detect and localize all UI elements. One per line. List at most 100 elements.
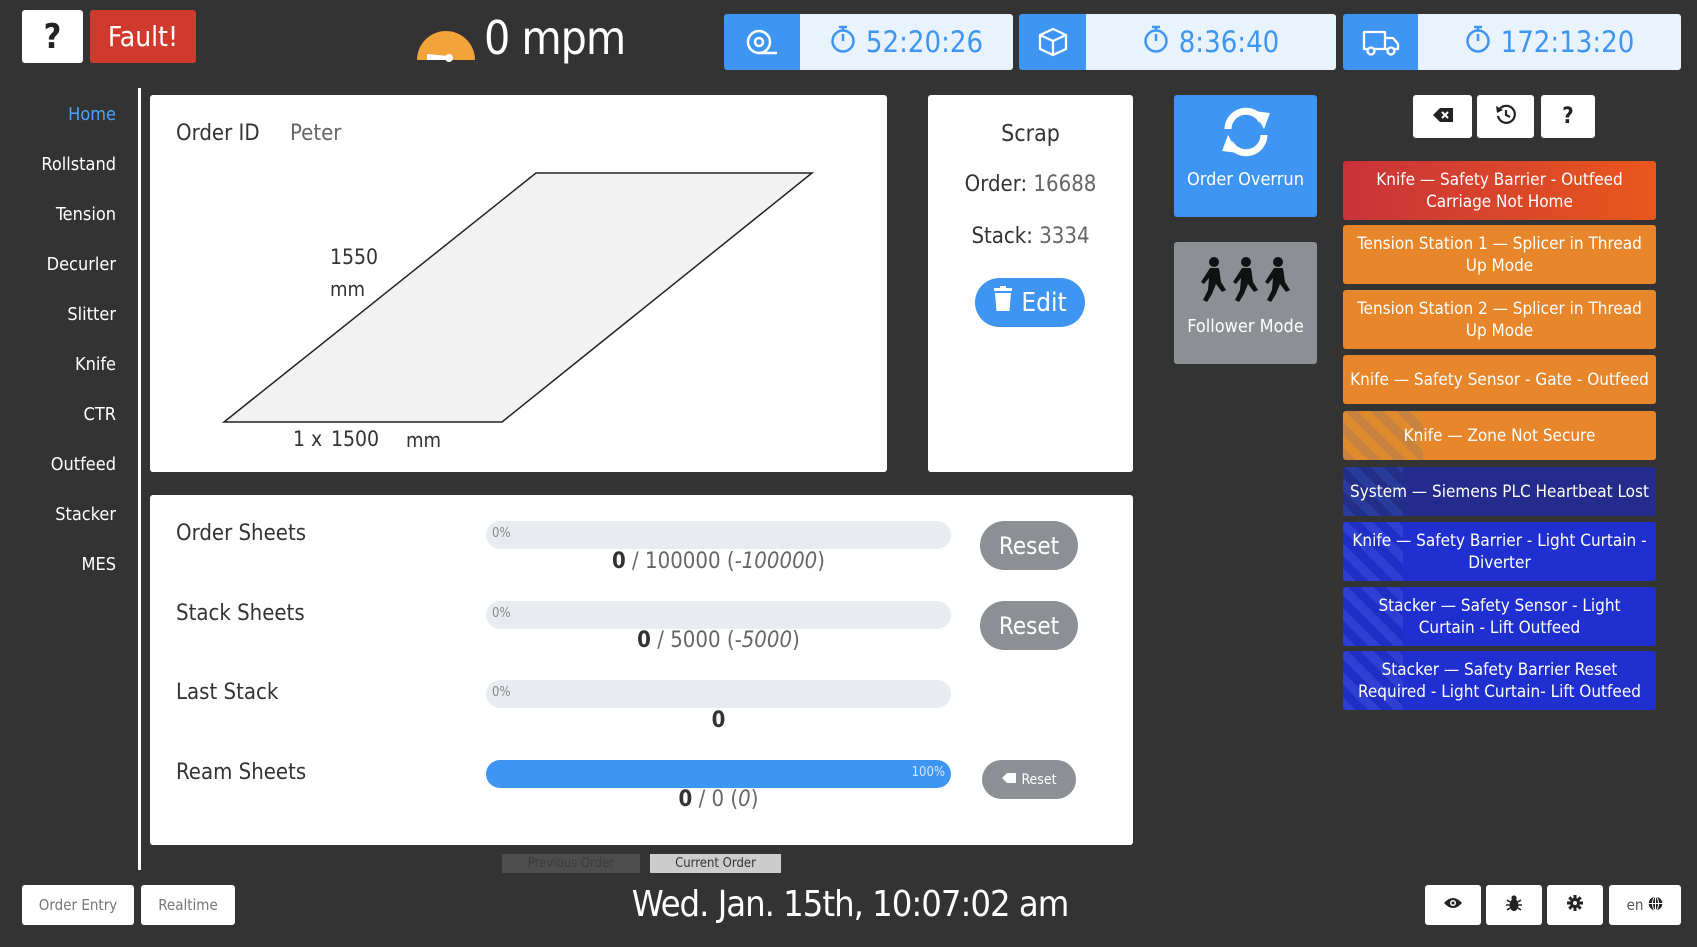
fault-button[interactable]: Fault! [90,10,196,63]
timer-truck[interactable]: 172:13:20 [1343,14,1681,70]
alert-item[interactable]: Knife — Safety Barrier - Outfeed Carriag… [1343,161,1656,220]
last-stack-count: 0 [486,708,951,733]
scrap-stack-value: 3334 [1039,224,1090,249]
speed-unit: mpm [521,11,626,65]
stack-sheets-remaining: -5000 [734,628,793,653]
alert-item[interactable]: Knife — Safety Barrier - Light Curtain -… [1343,522,1656,581]
debug-button[interactable] [1486,885,1542,925]
order-entry-button[interactable]: Order Entry [22,885,134,925]
scrap-order-label: Order [964,172,1021,197]
gear-icon [1567,895,1583,915]
timer-roll-value: 52:20:26 [865,25,984,59]
sidebar-item-mes[interactable]: MES [82,554,117,575]
sidebar-item-slitter[interactable]: Slitter [67,304,116,325]
stack-sheets-count: 0 / 5000 (-5000) [637,628,800,653]
order-sheets-remaining: -100000 [734,549,818,574]
history-icon [1495,104,1517,130]
order-sheets-reset-button[interactable]: Reset [980,521,1078,570]
stack-sheets-target: 5000 [670,628,721,653]
settings-button[interactable] [1547,885,1603,925]
scrap-panel: Scrap Order: 16688 Stack: 3334 Edit [928,95,1133,472]
stack-sheets-label: Stack Sheets [176,601,305,626]
sidebar-item-stacker[interactable]: Stacker [55,504,116,525]
box-icon [1019,14,1086,70]
scrap-stack: Stack: 3334 [971,224,1090,249]
datetime-display: Wed. Jan. 15th, 10:07:02 am [631,884,1070,925]
stopwatch-icon [1465,25,1491,60]
ream-sheets-reset-label: Reset [1021,771,1057,788]
alert-item[interactable]: System — Siemens PLC Heartbeat Lost [1343,467,1656,516]
sidebar-item-home[interactable]: Home [68,104,116,125]
bug-icon [1506,894,1522,916]
alert-item[interactable]: Tension Station 1 — Splicer in Thread Up… [1343,225,1656,284]
alert-item[interactable]: Stacker — Safety Barrier Reset Required … [1343,651,1656,710]
help-button[interactable]: ? [22,10,83,63]
order-sheets-count: 0 / 100000 (-100000) [611,549,825,574]
alert-item[interactable]: Knife — Zone Not Secure [1343,411,1656,460]
alert-item[interactable]: Knife — Safety Sensor - Gate - Outfeed [1343,355,1656,404]
ream-sheets-current: 0 [678,787,693,812]
timer-truck-value: 172:13:20 [1500,25,1635,59]
scrap-title: Scrap [1001,121,1060,147]
realtime-button[interactable]: Realtime [141,885,235,925]
stack-sheets-reset-button[interactable]: Reset [980,601,1078,650]
order-panel: Order ID Peter 1550 mm 1 x 1500 mm [150,95,887,472]
help-label: ? [43,16,62,57]
fault-label: Fault! [107,20,179,53]
scrap-order: Order: 16688 [964,172,1097,197]
alert-item[interactable]: Stacker — Safety Sensor - Light Curtain … [1343,587,1656,646]
speed-value: 0 [484,11,510,65]
timer-box-value: 8:36:40 [1178,25,1280,59]
sheet-width-unit: mm [406,428,442,452]
view-button[interactable] [1425,885,1481,925]
sync-icon [1218,107,1274,161]
language-button[interactable]: en [1609,885,1681,925]
ream-sheets-reset-button[interactable]: Reset [982,760,1076,799]
order-sheets-pct: 0% [492,526,511,541]
stack-sheets-pct: 0% [492,606,511,621]
sidebar-item-rollstand[interactable]: Rollstand [41,154,116,175]
last-stack-label: Last Stack [176,680,279,705]
roll-icon [724,14,800,70]
follower-mode-button[interactable]: Follower Mode [1174,242,1317,364]
order-overrun-button[interactable]: Order Overrun [1174,95,1317,217]
order-sheets-progress: 0% [486,521,951,549]
alert-history-button[interactable] [1477,95,1534,138]
eraser-icon [1001,772,1017,788]
tab-previous-order[interactable]: Previous Order [502,854,640,873]
ream-sheets-remaining: 0 [738,787,751,812]
clear-alerts-button[interactable] [1413,95,1472,138]
alert-item[interactable]: Tension Station 2 — Splicer in Thread Up… [1343,290,1656,349]
timer-roll[interactable]: 52:20:26 [724,14,1013,70]
stopwatch-icon [830,25,856,60]
sidebar-nav: Home Rollstand Tension Decurler Slitter … [0,88,141,870]
sidebar-item-knife[interactable]: Knife [75,354,116,375]
ream-sheets-count: 0 / 0 (0) [678,787,759,812]
language-label: en [1626,896,1644,914]
ream-sheets-pct: 100% [911,765,945,780]
sheet-height-value: 1550 [330,245,379,269]
sheet-height-unit: mm [330,277,366,301]
stack-sheets-current: 0 [637,628,651,653]
order-sheets-label: Order Sheets [176,521,307,546]
scrap-edit-button[interactable]: Edit [975,278,1085,327]
alert-help-button[interactable]: ? [1541,95,1595,138]
ream-sheets-target: 0 [711,787,725,812]
sidebar-item-outfeed[interactable]: Outfeed [51,454,116,475]
eye-icon [1443,896,1463,914]
sheet-diagram [221,172,815,423]
sidebar-item-ctr[interactable]: CTR [84,404,116,425]
sheet-width-multiplier: 1 x [293,427,323,451]
order-sheets-target: 100000 [645,549,721,574]
sidebar-item-decurler[interactable]: Decurler [47,254,116,275]
speed-readout: 0 mpm [484,10,626,66]
truck-icon [1343,14,1418,70]
scrap-order-value: 16688 [1033,172,1097,197]
scrap-stack-label: Stack [971,224,1027,249]
order-overrun-label: Order Overrun [1187,169,1304,190]
timer-box[interactable]: 8:36:40 [1019,14,1336,70]
tab-current-order[interactable]: Current Order [650,854,781,873]
sidebar-item-tension[interactable]: Tension [56,204,116,225]
trash-icon [993,286,1013,319]
speed-gauge-icon [415,14,477,62]
